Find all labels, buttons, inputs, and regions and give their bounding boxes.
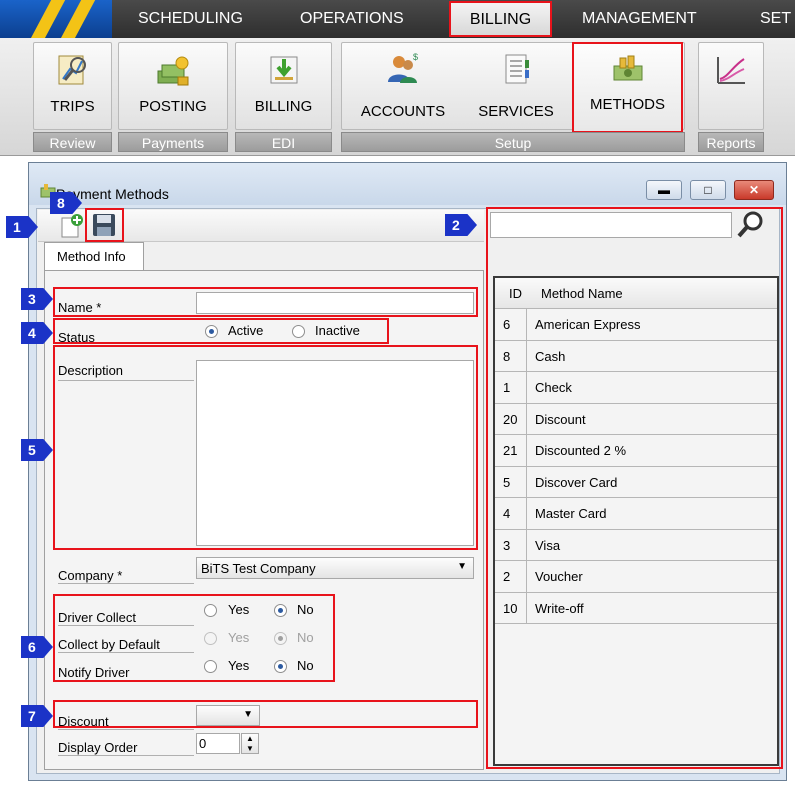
accounts-button-label: ACCOUNTS bbox=[360, 103, 446, 120]
edi-billing-button-label: BILLING bbox=[254, 98, 313, 115]
close-icon: ✕ bbox=[748, 183, 760, 197]
display-order-label: Display Order bbox=[58, 736, 194, 756]
svg-text:$: $ bbox=[413, 52, 418, 62]
money-cards-icon bbox=[613, 55, 642, 81]
grid-header: ID Method Name bbox=[495, 278, 777, 308]
nav-tab-billing[interactable]: BILLING bbox=[449, 1, 552, 37]
status-callout-box bbox=[53, 318, 389, 344]
table-row[interactable]: 5 Discover Card bbox=[495, 465, 777, 497]
posting-button[interactable]: POSTING bbox=[118, 42, 228, 130]
row-method-name: Check bbox=[535, 380, 572, 395]
grid-column-divider bbox=[526, 308, 527, 623]
minimize-icon: ▬ bbox=[658, 183, 670, 197]
edi-billing-button[interactable]: BILLING bbox=[235, 42, 332, 130]
posting-button-label: POSTING bbox=[139, 98, 207, 115]
row-id: 5 bbox=[503, 474, 511, 490]
services-button[interactable]: SERVICES bbox=[467, 48, 565, 128]
chart-icon bbox=[717, 57, 745, 84]
new-document-icon bbox=[61, 214, 83, 238]
row-method-name: Master Card bbox=[535, 506, 607, 521]
table-row[interactable]: 6 American Express bbox=[495, 308, 777, 339]
table-row[interactable]: 20 Discount bbox=[495, 402, 777, 434]
description-callout-box bbox=[53, 345, 478, 550]
new-button[interactable] bbox=[60, 213, 84, 239]
stepper-up-icon[interactable]: ▲ bbox=[242, 734, 258, 744]
row-id: 6 bbox=[503, 317, 511, 332]
close-button[interactable]: ✕ bbox=[734, 180, 774, 200]
table-row[interactable]: 21 Discounted 2 % bbox=[495, 434, 777, 465]
row-id: 3 bbox=[503, 537, 511, 553]
users-icon: $ bbox=[388, 52, 418, 83]
discount-callout-box bbox=[53, 700, 478, 728]
checklist-icon bbox=[505, 54, 529, 84]
grid-header-method-name[interactable]: Method Name bbox=[541, 286, 623, 301]
grid-header-id[interactable]: ID bbox=[509, 286, 522, 301]
company-select-value: BiTS Test Company bbox=[201, 561, 316, 576]
reports-button[interactable] bbox=[698, 42, 764, 130]
row-method-name: Discounted 2 % bbox=[535, 443, 627, 458]
save-button[interactable] bbox=[91, 212, 117, 238]
row-method-name: American Express bbox=[535, 317, 641, 332]
driver-options-callout-box bbox=[53, 594, 335, 682]
row-method-name: Discover Card bbox=[535, 474, 618, 490]
display-order-stepper[interactable]: ▲ ▼ bbox=[241, 733, 259, 754]
search-input[interactable] bbox=[490, 212, 732, 238]
name-callout-box bbox=[53, 287, 478, 317]
table-row[interactable]: 8 Cash bbox=[495, 339, 777, 371]
row-id: 20 bbox=[503, 411, 518, 427]
row-id: 21 bbox=[503, 443, 518, 458]
chevron-down-icon: ▼ bbox=[457, 561, 467, 572]
search-button[interactable] bbox=[736, 210, 766, 240]
tab-method-info-label: Method Info bbox=[57, 249, 126, 264]
maximize-button[interactable]: □ bbox=[690, 180, 726, 200]
nav-tab-scheduling[interactable]: SCHEDULING bbox=[138, 0, 243, 38]
company-select[interactable]: BiTS Test Company ▼ bbox=[196, 557, 474, 579]
group-label-payments: Payments bbox=[118, 132, 228, 152]
row-method-name: Voucher bbox=[535, 569, 583, 584]
trips-button[interactable]: TRIPS bbox=[33, 42, 112, 130]
stepper-down-icon[interactable]: ▼ bbox=[242, 744, 258, 754]
row-id: 4 bbox=[503, 506, 511, 521]
maximize-icon: □ bbox=[704, 183, 712, 197]
group-label-reports: Reports bbox=[698, 132, 764, 152]
trips-button-label: TRIPS bbox=[50, 98, 95, 115]
row-id: 10 bbox=[503, 600, 518, 616]
table-row[interactable]: 10 Write-off bbox=[495, 591, 777, 623]
minimize-button[interactable]: ▬ bbox=[646, 180, 682, 200]
app-logo bbox=[0, 0, 112, 38]
row-method-name: Visa bbox=[535, 537, 561, 553]
tab-method-info[interactable]: Method Info bbox=[44, 242, 144, 270]
services-button-label: SERVICES bbox=[478, 103, 554, 120]
row-id: 1 bbox=[503, 380, 511, 395]
table-row[interactable]: 3 Visa bbox=[495, 528, 777, 560]
row-id: 2 bbox=[503, 569, 511, 584]
methods-grid: ID Method Name 6 American Express 8 Cash 1 Ch… bbox=[493, 276, 779, 766]
nav-tab-setup[interactable]: SET bbox=[760, 0, 791, 38]
floppy-disk-icon bbox=[93, 214, 115, 236]
display-order-input[interactable] bbox=[196, 733, 240, 754]
search-icon bbox=[737, 211, 763, 238]
accounts-button[interactable]: $ ACCOUNTS bbox=[349, 48, 457, 128]
table-row[interactable]: 1 Check bbox=[495, 371, 777, 402]
group-label-edi: EDI bbox=[235, 132, 332, 152]
methods-button[interactable]: METHODS bbox=[572, 42, 683, 133]
nav-tab-operations[interactable]: OPERATIONS bbox=[300, 0, 404, 38]
row-method-name: Cash bbox=[535, 348, 566, 364]
group-label-setup: Setup bbox=[341, 132, 685, 152]
route-map-icon bbox=[58, 55, 86, 85]
cash-stack-icon bbox=[157, 56, 189, 86]
row-method-name: Discount bbox=[535, 411, 586, 427]
nav-tab-management[interactable]: MANAGEMENT bbox=[582, 0, 697, 38]
table-row[interactable]: 2 Voucher bbox=[495, 560, 777, 591]
document-arrow-icon bbox=[270, 56, 297, 84]
company-label: Company * bbox=[58, 564, 194, 584]
row-method-name: Write-off bbox=[535, 600, 584, 616]
table-row[interactable]: 4 Master Card bbox=[495, 497, 777, 528]
row-id: 8 bbox=[503, 348, 511, 364]
methods-button-label: METHODS bbox=[590, 96, 665, 113]
grid-row-divider bbox=[495, 623, 777, 624]
group-label-review: Review bbox=[33, 132, 112, 152]
